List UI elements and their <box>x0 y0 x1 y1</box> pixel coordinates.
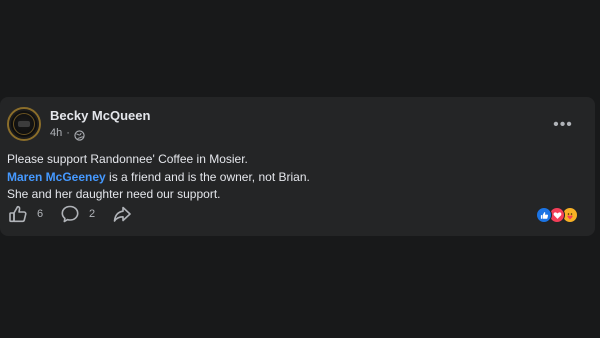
post-text-line: She and her daughter need our support. <box>7 187 221 201</box>
reaction-summary[interactable] <box>536 207 582 223</box>
avatar[interactable] <box>7 107 41 141</box>
post-text-line: Please support Randonnee' Coffee in Mosi… <box>7 152 248 166</box>
post-text-line: Maren McGeeney is a friend and is the ow… <box>7 169 577 187</box>
mention-link[interactable]: Maren McGeeney <box>7 170 106 184</box>
meta-separator: · <box>66 127 70 139</box>
globe-icon[interactable] <box>74 128 85 141</box>
like-reaction-icon <box>536 207 552 223</box>
post-text-fragment: is a friend and is the owner, not Brian. <box>105 169 310 184</box>
post-meta: 4h · <box>50 126 85 141</box>
comment-button[interactable]: 2 <box>60 204 95 224</box>
action-bar: 6 2 <box>8 204 588 226</box>
share-icon <box>112 204 132 224</box>
thumbs-up-icon <box>8 204 28 224</box>
comment-icon <box>60 204 80 224</box>
more-options-button[interactable]: ••• <box>549 115 577 135</box>
like-count: 6 <box>37 208 44 220</box>
like-button[interactable]: 6 <box>8 204 43 224</box>
post-time[interactable]: 4h <box>50 127 62 139</box>
author-name[interactable]: Becky McQueen <box>50 108 150 123</box>
avatar-mark <box>18 121 30 127</box>
share-button[interactable] <box>112 204 132 224</box>
post-header: Becky McQueen 4h · ••• <box>7 107 587 143</box>
comment-count: 2 <box>89 208 96 220</box>
post-card: Becky McQueen 4h · ••• Please support Ra… <box>0 97 595 236</box>
post-body: Please support Randonnee' Coffee in Mosi… <box>7 151 577 204</box>
